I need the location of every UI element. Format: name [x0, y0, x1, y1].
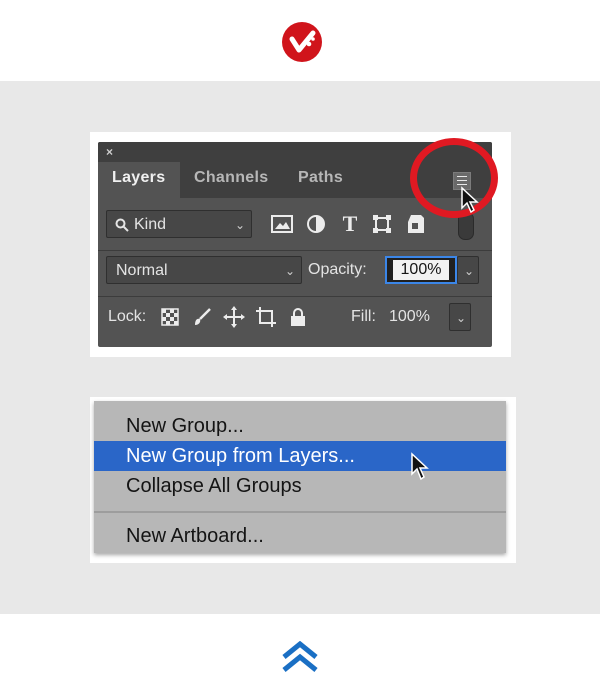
- menu-item-label: New Group from Layers...: [126, 445, 355, 467]
- menu-item-new-group[interactable]: New Group...: [94, 411, 506, 441]
- fill-dropdown-button[interactable]: ⌄: [449, 303, 471, 331]
- type-icon[interactable]: T: [338, 210, 362, 238]
- menu-item-label: Collapse All Groups: [126, 475, 302, 497]
- context-menu-screenshot: New Group... New Group from Layers... Co…: [90, 397, 516, 563]
- crop-icon[interactable]: [254, 303, 278, 331]
- move-icon[interactable]: [222, 303, 246, 331]
- tab-channels[interactable]: Channels: [194, 162, 268, 198]
- opacity-label: Opacity:: [308, 261, 367, 278]
- tab-layers[interactable]: Layers: [98, 162, 180, 198]
- adjustment-icon[interactable]: [304, 210, 328, 238]
- fill-label: Fill:: [351, 308, 376, 325]
- tab-paths[interactable]: Paths: [298, 162, 343, 198]
- mouse-cursor-icon: [461, 186, 479, 214]
- lock-label: Lock:: [108, 308, 147, 325]
- blend-row: Normal ⌄ Opacity: 100% ⌄: [98, 254, 492, 288]
- brand-logo-icon: [282, 22, 322, 62]
- blend-mode-select[interactable]: Normal ⌄: [106, 256, 302, 284]
- checkerboard-icon[interactable]: [158, 303, 182, 331]
- divider: [98, 250, 492, 251]
- panel-context-menu: New Group... New Group from Layers... Co…: [94, 401, 506, 553]
- chevron-down-icon: ⌄: [284, 264, 295, 278]
- chevron-down-icon: ⌄: [455, 311, 466, 325]
- chevron-down-icon: ⌄: [463, 264, 474, 278]
- chevron-down-icon: ⌄: [234, 218, 245, 232]
- blend-mode-value: Normal: [116, 262, 168, 279]
- menu-item-new-group-from-layers[interactable]: New Group from Layers...: [94, 441, 506, 471]
- menu-item-collapse-all-groups[interactable]: Collapse All Groups: [94, 471, 506, 501]
- menu-item-label: New Artboard...: [126, 525, 264, 547]
- opacity-value: 100%: [393, 260, 449, 280]
- filter-kind-select[interactable]: Kind ⌄: [106, 210, 252, 238]
- shape-icon[interactable]: [370, 210, 394, 238]
- filter-kind-label: Kind: [134, 216, 167, 233]
- lock-row: Lock: Fill: 100% ⌄: [98, 301, 492, 335]
- close-panel-button[interactable]: ×: [106, 145, 113, 159]
- double-chevron-up-icon[interactable]: [281, 641, 319, 673]
- menu-item-label: New Group...: [126, 415, 244, 437]
- lock-icon[interactable]: [286, 303, 310, 331]
- divider: [98, 296, 492, 297]
- menu-item-new-artboard[interactable]: New Artboard...: [94, 521, 506, 551]
- opacity-field[interactable]: 100%: [385, 256, 457, 284]
- menu-divider: [94, 511, 506, 513]
- highlight-circle: [410, 138, 498, 218]
- brush-icon[interactable]: [190, 303, 214, 331]
- search-icon: [115, 218, 129, 232]
- mouse-cursor-icon: [411, 452, 429, 481]
- image-icon[interactable]: [270, 210, 294, 238]
- opacity-dropdown-button[interactable]: ⌄: [457, 256, 479, 284]
- smart-object-icon[interactable]: [404, 210, 428, 238]
- fill-value[interactable]: 100%: [389, 303, 430, 331]
